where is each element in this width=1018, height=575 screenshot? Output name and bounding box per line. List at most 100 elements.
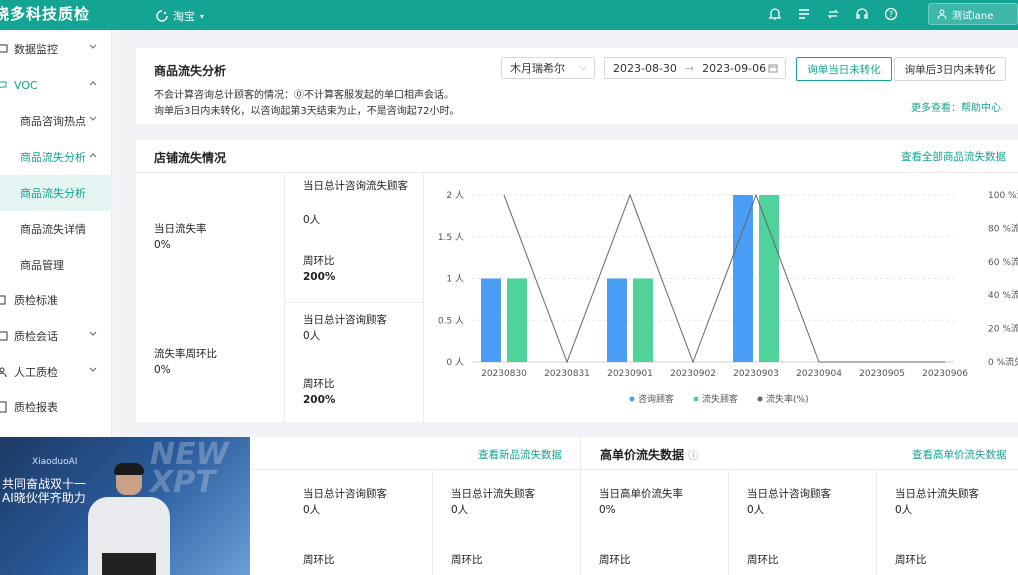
legend-item: 流失顾客 <box>702 393 738 405</box>
sidebar-item-loss-analysis-group[interactable]: 商品流失分析 <box>0 139 112 175</box>
x-tick-label: 20230830 <box>481 369 527 379</box>
list-icon[interactable] <box>795 5 812 22</box>
standard-icon <box>0 295 6 305</box>
legend-item: 流失率(%) <box>766 393 809 405</box>
bar <box>607 278 628 362</box>
loss-rate-value: 0% <box>154 239 171 251</box>
y-tick-label: 1.5 人 <box>438 232 464 243</box>
x-tick-label: 20230831 <box>544 369 590 379</box>
y2-tick-label: 80 %流失率 <box>988 222 1018 234</box>
x-tick-label: 20230905 <box>859 369 905 379</box>
chevron-up-icon <box>89 153 97 158</box>
monitor-icon <box>0 44 8 53</box>
bottom-metric-wow: 周环比 <box>747 554 779 566</box>
loss-rate-label: 当日流失率 <box>154 223 207 235</box>
help-center-link[interactable]: 帮助中心 <box>961 103 1001 114</box>
sidebar-item-qc-session[interactable]: 质检会话 <box>0 318 112 354</box>
note-line-1: 不会计算咨询总计顾客的情况：⓪不计算客服发起的单口相声会话。 <box>154 90 454 101</box>
inquiry-customers-label: 当日总计咨询顾客 <box>303 314 387 326</box>
shop-select-value: 木月瑞希尔 <box>510 62 565 75</box>
y-tick-label: 0 人 <box>446 357 464 368</box>
view-high-price-link[interactable]: 查看高单价流失数据 <box>912 447 1007 462</box>
sidebar-item-qc-standard[interactable]: 质检标准 <box>0 282 112 318</box>
bottom-metric-value: 0% <box>599 504 616 516</box>
same-day-unconverted-button[interactable]: 询单当日未转化 <box>796 57 892 81</box>
chevron-up-icon <box>89 81 97 86</box>
user-name: 测试lane <box>952 10 994 22</box>
sidebar-item-voc[interactable]: VOC <box>0 67 112 103</box>
bottom-metric-value: 0人 <box>895 504 913 516</box>
shop-select[interactable]: 木月瑞希尔 ⌵ <box>501 57 595 79</box>
sidebar-item-hotspot[interactable]: 商品咨询热点 <box>0 103 112 139</box>
bottom-metric-wow: 周环比 <box>303 554 335 566</box>
loss-rate-wow-value: 0% <box>154 364 171 376</box>
user-menu[interactable]: 测试lane <box>928 3 1018 25</box>
x-tick-label: 20230903 <box>733 369 779 379</box>
bottom-card: 查看新品流失数据 高单价流失数据 ⓘ 查看高单价流失数据 当日总计咨询顾客 0人… <box>136 437 1018 575</box>
date-range-picker[interactable]: 2023-08-30 → 2023-09-06 <box>604 57 786 79</box>
lost-customers-wow-value: 200% <box>303 271 336 283</box>
bottom-metric-label: 当日总计流失顾客 <box>451 488 535 500</box>
calendar-icon <box>768 64 778 73</box>
info-circle-icon: ⓪ <box>294 90 304 101</box>
sidebar-item-qc-report[interactable]: 质检报表 <box>0 389 112 425</box>
inquiry-customers-wow-label: 周环比 <box>303 378 335 390</box>
headset-icon[interactable] <box>853 5 870 22</box>
svg-text:?: ? <box>888 10 892 19</box>
bell-icon[interactable] <box>766 5 783 22</box>
bar <box>759 195 780 362</box>
platform-icon <box>156 10 168 22</box>
bottom-metric-wow: 周环比 <box>895 554 927 566</box>
video-slogan-2: AI晓伙伴齐助力 <box>2 491 86 505</box>
bottom-metric-label: 当日总计咨询顾客 <box>303 488 387 500</box>
platform-selector[interactable]: 淘宝 ▾ <box>156 8 204 24</box>
bottom-metric-wow: 周环比 <box>599 554 631 566</box>
y-tick-label: 2 人 <box>446 190 464 201</box>
top-bar: 晓多科技质检 淘宝 ▾ ? 测试lane <box>0 0 1018 30</box>
legend-dot <box>757 396 763 402</box>
date-start: 2023-08-30 <box>613 61 677 75</box>
y2-tick-label: 0 %流失率 <box>988 356 1018 368</box>
sidebar-item-product-manage[interactable]: 商品管理 <box>0 247 112 283</box>
three-day-unconverted-button[interactable]: 询单后3日内未转化 <box>894 57 1006 81</box>
sidebar-item-manual-qc[interactable]: 人工质检 <box>0 354 112 390</box>
report-icon <box>0 401 7 413</box>
date-end: 2023-09-06 <box>702 61 767 75</box>
y2-tick-label: 40 %流失率 <box>988 289 1018 301</box>
bottom-metric-value: 0人 <box>747 504 765 516</box>
lost-customers-wow-label: 周环比 <box>303 255 335 267</box>
y-tick-label: 0.5 人 <box>438 315 464 326</box>
sidebar-item-data-monitor[interactable]: 数据监控 <box>0 31 112 67</box>
inquiry-customers-wow-value: 200% <box>303 394 336 406</box>
x-tick-label: 20230901 <box>607 369 653 379</box>
bottom-metric-label: 当日高单价流失率 <box>599 488 683 500</box>
view-new-loss-link[interactable]: 查看新品流失数据 <box>478 447 562 462</box>
legend-item: 咨询顾客 <box>638 393 674 405</box>
info-icon[interactable]: ⓘ <box>688 451 698 462</box>
bar <box>633 278 654 362</box>
help-icon[interactable]: ? <box>882 5 899 22</box>
bar <box>733 195 754 362</box>
y-tick-label: 1 人 <box>446 274 464 285</box>
bottom-metric-wow: 周环比 <box>451 554 483 566</box>
sidebar-item-loss-analysis[interactable]: 商品流失分析 <box>0 175 112 211</box>
lost-customers-label: 当日总计咨询流失顾客 <box>303 180 408 192</box>
video-brand: XiaoduoAI <box>32 457 78 467</box>
x-tick-label: 20230904 <box>796 369 842 379</box>
x-tick-label: 20230902 <box>670 369 716 379</box>
note-line-2: 询单后3日内未转化，以咨询起第3天结束为止，不是咨询起72小时。 <box>154 106 460 117</box>
high-price-title: 高单价流失数据 ⓘ <box>600 448 699 462</box>
refresh-icon[interactable] <box>824 5 841 22</box>
y2-tick-label: 20 %流失率 <box>988 323 1018 335</box>
shop-loss-title: 店铺流失情况 <box>154 151 227 165</box>
user-icon <box>937 9 947 19</box>
presenter-figure <box>88 463 170 575</box>
inquiry-customers-value: 0人 <box>303 330 321 342</box>
sidebar-item-loss-detail[interactable]: 商品流失详情 <box>0 211 112 247</box>
legend-dot <box>629 396 635 402</box>
view-all-loss-link[interactable]: 查看全部商品流失数据 <box>901 149 1006 164</box>
bar <box>481 278 501 362</box>
bottom-metric-label: 当日总计咨询顾客 <box>747 488 831 500</box>
bottom-metric-value: 0人 <box>451 504 469 516</box>
bottom-metric-label: 当日总计流失顾客 <box>895 488 979 500</box>
